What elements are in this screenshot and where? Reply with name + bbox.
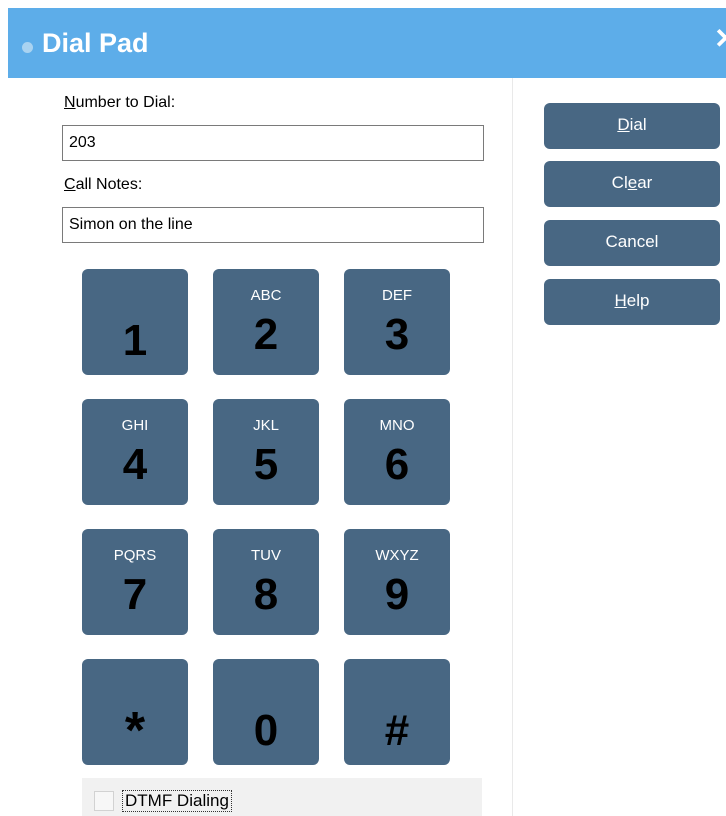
- key-letters: GHI: [121, 417, 149, 434]
- key-digit: 1: [122, 316, 148, 365]
- key-9[interactable]: WXYZ 9: [344, 529, 450, 635]
- call-notes-label: Call Notes:: [64, 176, 143, 193]
- window-icon: [22, 42, 33, 53]
- key-4[interactable]: GHI 4: [82, 399, 188, 505]
- key-letters: JKL: [253, 417, 279, 434]
- key-digit: 2: [253, 310, 279, 359]
- key-5[interactable]: JKL 5: [213, 399, 319, 505]
- dtmf-dialing-checkbox[interactable]: [94, 791, 114, 811]
- dtmf-dialing-label[interactable]: DTMF Dialing: [122, 790, 232, 812]
- window-title: Dial Pad: [42, 28, 149, 58]
- key-digit: #: [384, 706, 410, 755]
- key-digit: 6: [384, 440, 410, 489]
- help-button[interactable]: Help: [544, 279, 720, 325]
- key-7[interactable]: PQRS 7: [82, 529, 188, 635]
- number-to-dial-label: Number to Dial:: [64, 94, 176, 111]
- key-letters: ABC: [250, 287, 282, 304]
- key-digit: 0: [253, 706, 279, 755]
- key-digit: 5: [253, 440, 279, 489]
- key-letters: PQRS: [113, 547, 157, 564]
- dtmf-dialing-row: DTMF Dialing: [82, 778, 482, 816]
- key-letters: TUV: [251, 547, 281, 564]
- key-digit: 4: [122, 440, 148, 489]
- key-2[interactable]: ABC 2: [213, 269, 319, 375]
- dial-button[interactable]: Dial: [544, 103, 720, 149]
- key-3[interactable]: DEF 3: [344, 269, 450, 375]
- call-notes-input[interactable]: Simon on the line: [62, 207, 484, 243]
- title-bar: Dial Pad ✕: [8, 8, 726, 78]
- key-0[interactable]: 0: [213, 659, 319, 765]
- number-to-dial-input[interactable]: 203: [62, 125, 484, 161]
- key-8[interactable]: TUV 8: [213, 529, 319, 635]
- panel-divider: [512, 78, 513, 816]
- key-letters: WXYZ: [375, 547, 419, 564]
- key-letters: MNO: [379, 417, 415, 434]
- key-digit: 3: [384, 310, 410, 359]
- clear-button[interactable]: Clear: [544, 161, 720, 207]
- key-star[interactable]: *: [82, 659, 188, 765]
- key-digit: 9: [384, 570, 410, 619]
- key-digit: 8: [253, 570, 279, 619]
- key-1[interactable]: 1: [82, 269, 188, 375]
- close-icon[interactable]: ✕: [714, 25, 726, 53]
- key-6[interactable]: MNO 6: [344, 399, 450, 505]
- cancel-button[interactable]: Cancel: [544, 220, 720, 266]
- key-digit: 7: [122, 570, 148, 619]
- key-hash[interactable]: #: [344, 659, 450, 765]
- key-letters: DEF: [382, 287, 412, 304]
- key-digit: *: [124, 702, 146, 760]
